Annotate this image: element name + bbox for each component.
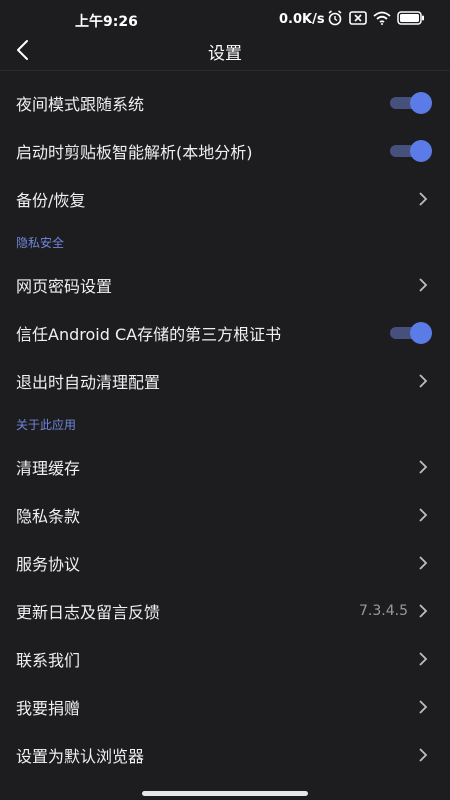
setting-changelog-feedback[interactable]: 更新日志及留言反馈 7.3.4.5: [0, 587, 450, 635]
sim-off-icon: [349, 11, 367, 25]
clipboard-parse-toggle[interactable]: [390, 140, 432, 162]
battery-icon: [397, 11, 424, 25]
setting-backup-restore[interactable]: 备份/恢复: [0, 175, 450, 223]
wifi-icon: [373, 11, 391, 25]
chevron-right-icon: [419, 460, 428, 474]
header-divider: [0, 70, 450, 71]
chevron-right-icon: [419, 700, 428, 714]
setting-set-default-browser[interactable]: 设置为默认浏览器: [0, 731, 450, 779]
trust-ca-toggle[interactable]: [390, 322, 432, 344]
section-header-privacy: 隐私安全: [0, 223, 450, 261]
setting-privacy-policy[interactable]: 隐私条款: [0, 491, 450, 539]
chevron-right-icon: [419, 278, 428, 292]
setting-night-mode-follow-system[interactable]: 夜间模式跟随系统: [0, 79, 450, 127]
setting-label: 信任Android CA存储的第三方根证书: [16, 325, 282, 344]
chevron-right-icon: [419, 192, 428, 206]
setting-label: 网页密码设置: [16, 277, 113, 296]
chevron-right-icon: [419, 556, 428, 570]
setting-label: 清理缓存: [16, 459, 81, 478]
setting-contact-us[interactable]: 联系我们: [0, 635, 450, 683]
setting-label: 更新日志及留言反馈: [16, 603, 161, 622]
setting-label: 服务协议: [16, 555, 81, 574]
setting-label: 设置为默认浏览器: [16, 747, 145, 766]
setting-label: 退出时自动清理配置: [16, 373, 161, 392]
home-indicator[interactable]: [142, 791, 308, 796]
chevron-right-icon: [419, 508, 428, 522]
setting-clipboard-parse[interactable]: 启动时剪贴板智能解析(本地分析): [0, 127, 450, 175]
section-label: 隐私安全: [16, 235, 65, 250]
page-title: 设置: [208, 44, 242, 64]
status-time: 上午9:26: [75, 14, 138, 30]
setting-service-agreement[interactable]: 服务协议: [0, 539, 450, 587]
section-label: 关于此应用: [16, 417, 77, 432]
chevron-right-icon: [419, 374, 428, 388]
setting-label: 我要捐赠: [16, 699, 81, 718]
settings-list: 夜间模式跟随系统 启动时剪贴板智能解析(本地分析) 备份/恢复 隐私安全 网页密…: [0, 79, 450, 779]
chevron-right-icon: [419, 652, 428, 666]
section-header-about: 关于此应用: [0, 405, 450, 443]
setting-label: 联系我们: [16, 651, 81, 670]
night-mode-toggle[interactable]: [390, 92, 432, 114]
setting-clear-cache[interactable]: 清理缓存: [0, 443, 450, 491]
setting-donate[interactable]: 我要捐赠: [0, 683, 450, 731]
setting-label: 隐私条款: [16, 507, 81, 526]
status-icons: [327, 10, 425, 26]
network-speed: 0.0K/s: [279, 12, 325, 27]
setting-label: 夜间模式跟随系统: [16, 95, 145, 114]
setting-trust-ca[interactable]: 信任Android CA存储的第三方根证书: [0, 309, 450, 357]
setting-web-password[interactable]: 网页密码设置: [0, 261, 450, 309]
setting-label: 启动时剪贴板智能解析(本地分析): [16, 143, 253, 162]
alarm-icon: [328, 10, 342, 26]
chevron-right-icon: [419, 748, 428, 762]
version-value: 7.3.4.5: [359, 603, 408, 619]
setting-label: 备份/恢复: [16, 191, 86, 210]
setting-auto-clean-on-exit[interactable]: 退出时自动清理配置: [0, 357, 450, 405]
title-bar: 设置: [0, 30, 450, 70]
chevron-right-icon: [419, 604, 428, 618]
